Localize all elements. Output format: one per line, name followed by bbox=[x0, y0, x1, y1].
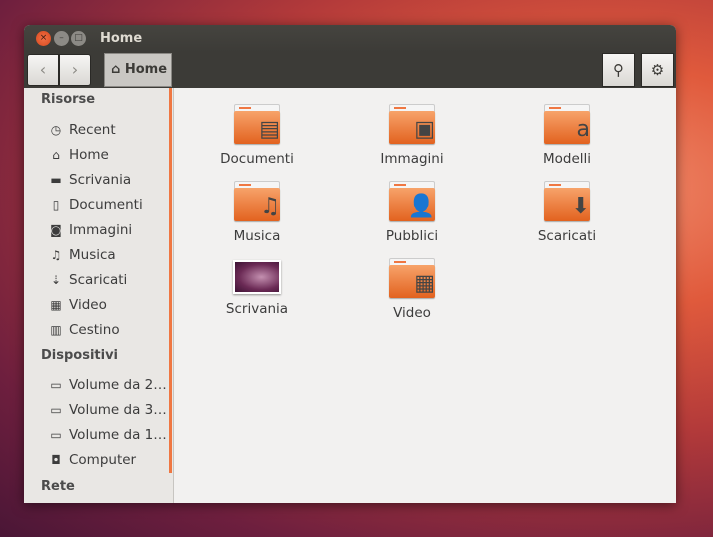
file-item-scrivania[interactable]: Scrivania bbox=[197, 256, 317, 317]
sidebar-item-icon: ◷ bbox=[50, 123, 62, 137]
sidebar-item-label: Scrivania bbox=[69, 172, 132, 188]
file-label: Musica bbox=[233, 228, 281, 244]
sidebar-item-label: Video bbox=[69, 297, 107, 313]
sidebar-item-label: Volume da 3… bbox=[69, 402, 167, 418]
folder-icon: ▤ bbox=[234, 102, 280, 144]
folder-icon: ⬇ bbox=[544, 179, 590, 221]
sidebar-item-icon: ▥ bbox=[50, 323, 62, 337]
file-label: Immagini bbox=[380, 151, 444, 167]
folder-emblem-icon: ▤ bbox=[259, 117, 280, 142]
sidebar-item-label: Scaricati bbox=[69, 272, 128, 288]
folder-emblem-icon: ▦ bbox=[414, 271, 435, 296]
sidebar-item-computer[interactable]: ◘ Computer bbox=[48, 450, 136, 470]
file-item-video[interactable]: ▦ Video bbox=[352, 256, 472, 321]
sidebar-item-label: Musica bbox=[69, 247, 116, 263]
file-label: Documenti bbox=[220, 151, 294, 167]
sidebar-item-immagini[interactable]: ◙ Immagini bbox=[48, 220, 132, 240]
back-button[interactable]: ‹ bbox=[27, 54, 59, 86]
sidebar-item-documenti[interactable]: ▯ Documenti bbox=[48, 195, 143, 215]
sidebar: Risorse ◷ Recent ⌂ Home ▬ Scrivania ▯ Documenti ◙… bbox=[24, 88, 174, 503]
sidebar-item-musica[interactable]: ♫ Musica bbox=[48, 245, 116, 265]
sidebar-item-icon: ▭ bbox=[50, 378, 62, 392]
sidebar-item-label: Computer bbox=[69, 452, 137, 468]
file-item-pubblici[interactable]: 👤 Pubblici bbox=[352, 179, 472, 244]
maximize-button[interactable]: □ bbox=[71, 31, 86, 46]
sidebar-item-icon: ♫ bbox=[50, 248, 62, 262]
file-label: Scrivania bbox=[225, 301, 289, 317]
file-item-documenti[interactable]: ▤ Documenti bbox=[197, 102, 317, 167]
sidebar-item-label: Documenti bbox=[69, 197, 143, 213]
sidebar-header: Dispositivi bbox=[41, 348, 119, 363]
folder-emblem-icon: ♫ bbox=[260, 194, 280, 219]
file-manager-window: × – □ Home ‹ › ⌂ Home ⚲ ⚙ Risorse ◷ Recent… bbox=[24, 25, 676, 503]
sidebar-item-label: Home bbox=[69, 147, 109, 163]
folder-icon: ▣ bbox=[389, 102, 435, 144]
folder-icon: 👤 bbox=[389, 179, 435, 221]
sidebar-item-label: Volume da 2… bbox=[69, 377, 167, 393]
sidebar-item-icon: ▦ bbox=[50, 298, 62, 312]
sidebar-scrollbar[interactable] bbox=[169, 88, 172, 473]
settings-button[interactable]: ⚙ bbox=[641, 53, 674, 87]
folder-icon: ♫ bbox=[234, 179, 280, 221]
folder-emblem-icon: a bbox=[576, 117, 590, 142]
toolbar: ‹ › ⌂ Home ⚲ ⚙ bbox=[24, 52, 676, 88]
minimize-button[interactable]: – bbox=[54, 31, 69, 46]
folder-icon: ▦ bbox=[389, 256, 435, 298]
file-item-immagini[interactable]: ▣ Immagini bbox=[352, 102, 472, 167]
sidebar-item-icon: ⌂ bbox=[52, 148, 60, 162]
search-icon: ⚲ bbox=[613, 61, 624, 79]
home-icon: ⌂ bbox=[111, 62, 121, 77]
sidebar-item-icon: ◙ bbox=[50, 223, 62, 237]
folder-emblem-icon: ⬇ bbox=[571, 194, 590, 219]
folder-emblem-icon: 👤 bbox=[407, 194, 435, 219]
sidebar-item-scrivania[interactable]: ▬ Scrivania bbox=[48, 170, 131, 190]
file-label: Video bbox=[393, 305, 431, 321]
sidebar-item-icon: ▭ bbox=[50, 428, 62, 442]
sidebar-item-label: Volume da 1… bbox=[69, 427, 167, 443]
search-button[interactable]: ⚲ bbox=[602, 53, 635, 87]
file-label: Modelli bbox=[542, 151, 592, 167]
close-button[interactable]: × bbox=[36, 31, 51, 46]
sidebar-header: Risorse bbox=[41, 92, 96, 107]
title-bar: × – □ Home bbox=[24, 25, 676, 52]
sidebar-item-volume-da-1-[interactable]: ▭ Volume da 1… bbox=[48, 425, 167, 445]
gear-icon: ⚙ bbox=[650, 61, 665, 79]
file-label: Pubblici bbox=[385, 228, 439, 244]
sidebar-item-icon: ▭ bbox=[50, 403, 62, 417]
window-title: Home bbox=[100, 31, 143, 46]
sidebar-header: Rete bbox=[41, 479, 75, 494]
folder-icon: a bbox=[544, 102, 590, 144]
sidebar-item-scaricati[interactable]: ⇣ Scaricati bbox=[48, 270, 127, 290]
file-item-musica[interactable]: ♫ Musica bbox=[197, 179, 317, 244]
breadcrumb-label: Home bbox=[124, 62, 168, 77]
folder-emblem-icon: ▣ bbox=[414, 117, 435, 142]
file-item-modelli[interactable]: a Modelli bbox=[507, 102, 627, 167]
sidebar-item-icon: ▬ bbox=[50, 173, 62, 187]
sidebar-item-volume-da-3-[interactable]: ▭ Volume da 3… bbox=[48, 400, 167, 420]
sidebar-item-label: Immagini bbox=[69, 222, 133, 238]
breadcrumb-home[interactable]: ⌂ Home bbox=[104, 53, 172, 87]
sidebar-item-icon: ⇣ bbox=[50, 273, 62, 287]
file-label: Scaricati bbox=[537, 228, 597, 244]
sidebar-item-label: Recent bbox=[69, 122, 116, 138]
file-item-scaricati[interactable]: ⬇ Scaricati bbox=[507, 179, 627, 244]
sidebar-item-volume-da-2-[interactable]: ▭ Volume da 2… bbox=[48, 375, 167, 395]
sidebar-item-icon: ◘ bbox=[51, 453, 61, 467]
forward-button[interactable]: › bbox=[59, 54, 91, 86]
sidebar-item-label: Cestino bbox=[69, 322, 120, 338]
sidebar-item-home[interactable]: ⌂ Home bbox=[48, 145, 109, 165]
sidebar-item-recent[interactable]: ◷ Recent bbox=[48, 120, 116, 140]
file-view: ▤ Documenti ▣ Immagini a Modelli ♫ Musica 👤 Pubbl… bbox=[175, 88, 676, 503]
sidebar-item-video[interactable]: ▦ Video bbox=[48, 295, 107, 315]
sidebar-item-icon: ▯ bbox=[52, 198, 60, 212]
desktop-folder-icon bbox=[233, 260, 281, 294]
sidebar-item-cestino[interactable]: ▥ Cestino bbox=[48, 320, 120, 340]
